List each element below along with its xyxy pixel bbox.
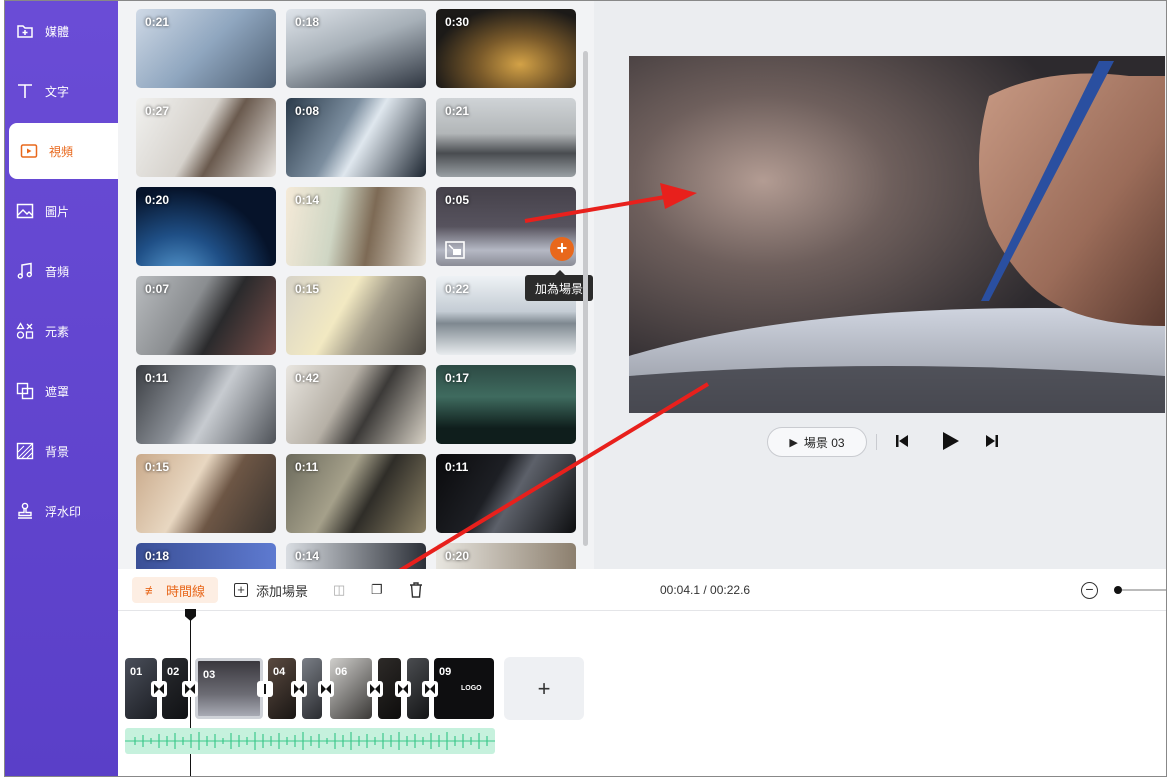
timeline-clip-selected[interactable]: 03 <box>195 658 263 719</box>
play-button[interactable] <box>939 430 961 457</box>
time-readout: 00:04.1 / 00:22.6 <box>660 583 751 597</box>
transition-marker[interactable] <box>395 681 411 697</box>
transition-icon <box>370 684 380 694</box>
next-scene-button[interactable] <box>984 433 1000 454</box>
add-new-scene-button[interactable]: + <box>504 657 584 720</box>
transition-icon <box>398 684 408 694</box>
play-icon <box>943 432 959 450</box>
transition-icon <box>294 684 304 694</box>
timeline-label: 時間線 <box>165 583 205 599</box>
transition-icon <box>264 684 266 694</box>
minus-circle-icon: − <box>1081 581 1098 599</box>
audio-track[interactable] <box>125 728 495 754</box>
scene-play-button[interactable]: ▶ 場景 03 <box>767 427 867 457</box>
transition-marker[interactable] <box>182 681 198 697</box>
clip-number: 06 <box>335 666 348 678</box>
clip-number: 09 <box>439 666 452 678</box>
transition-icon <box>321 684 331 694</box>
skip-forward-icon <box>986 435 998 447</box>
clip-number: 03 <box>203 669 216 681</box>
duplicate-button[interactable]: ❐ <box>371 577 383 603</box>
play-icon: ▶ <box>789 436 798 449</box>
transition-marker[interactable] <box>151 681 167 697</box>
timeline-clip[interactable]: 06 <box>330 658 372 719</box>
split-button[interactable]: ◫ <box>333 577 345 603</box>
previous-scene-button[interactable] <box>894 433 910 454</box>
transition-icon <box>425 684 435 694</box>
app-window: 媒體 文字 視頻 圖片 音頻 元素 遮罩 背景 浮水印 0:21 0:18 0:… <box>4 0 1167 777</box>
scene-label: 場景 03 <box>803 435 845 450</box>
zoom-slider-track[interactable] <box>1122 589 1166 591</box>
transition-marker[interactable] <box>367 681 383 697</box>
transition-icon <box>154 684 164 694</box>
clip-number: 02 <box>167 666 180 678</box>
transition-icon <box>185 684 195 694</box>
transition-marker[interactable] <box>291 681 307 697</box>
duplicate-icon: ❐ <box>371 582 383 597</box>
logo-watermark: LOGO <box>461 685 482 692</box>
add-scene-label: 添加場景 <box>256 583 309 599</box>
skip-back-icon <box>896 435 908 447</box>
add-box-icon: + <box>234 583 248 597</box>
delete-button[interactable] <box>409 577 423 603</box>
clip-number: 04 <box>273 666 286 678</box>
zoom-slider-handle[interactable] <box>1114 586 1122 594</box>
audio-waveform <box>125 732 495 750</box>
transition-marker[interactable] <box>257 681 273 697</box>
zoom-out-button[interactable]: − <box>1081 577 1098 603</box>
split-icon: ◫ <box>333 582 346 597</box>
timeline-clip[interactable]: 09 LOGO <box>434 658 494 719</box>
timeline-tab[interactable]: ≢ 時間線 <box>132 577 218 603</box>
trash-icon <box>410 582 422 598</box>
timeline-icon: ≢ <box>144 582 158 598</box>
transition-marker[interactable] <box>422 681 438 697</box>
clip-number: 01 <box>130 666 143 678</box>
transition-marker[interactable] <box>318 681 334 697</box>
add-scene-toolbar-button[interactable]: + 添加場景 <box>234 577 308 603</box>
divider <box>876 434 877 450</box>
